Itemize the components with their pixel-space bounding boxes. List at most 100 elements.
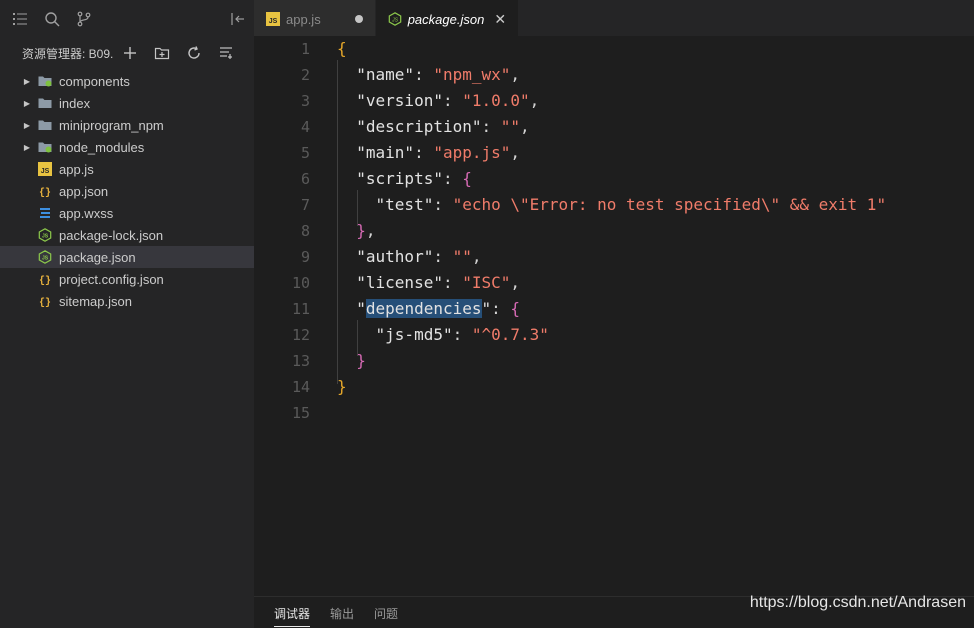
tab-package-json[interactable]: JS package.json ✕ [375, 0, 520, 38]
new-folder-icon[interactable] [154, 45, 170, 61]
code-line[interactable]: 11 "dependencies": { [254, 296, 974, 322]
activity-toolbar [0, 0, 254, 38]
code-text: "version": "1.0.0", [337, 88, 539, 114]
tab-problems[interactable]: 问题 [374, 597, 398, 628]
tree-item-label: project.config.json [59, 271, 164, 287]
tree-item-index[interactable]: ▶ index [0, 92, 254, 114]
code-line[interactable]: 4 "description": "", [254, 114, 974, 140]
code-token: "npm_wx" [433, 65, 511, 84]
code-token: : [452, 325, 472, 344]
code-token: : [414, 143, 434, 162]
tab-output[interactable]: 输出 [330, 597, 354, 628]
tree-item-node-modules[interactable]: ▶ node_modules [0, 136, 254, 158]
code-text: "author": "", [337, 244, 482, 270]
code-line[interactable]: 7 "test": "echo \"Error: no test specifi… [254, 192, 974, 218]
tree-item-package-json[interactable]: ▶JSpackage.json [0, 246, 254, 268]
tree-item-app-js[interactable]: ▶JSapp.js [0, 158, 254, 180]
line-number: 8 [300, 222, 310, 240]
new-file-icon[interactable] [122, 45, 138, 61]
line-number: 14 [291, 378, 310, 396]
code-line[interactable]: 15 [254, 400, 974, 426]
tree-item-package-lock-json[interactable]: ▶JSpackage-lock.json [0, 224, 254, 246]
code-line[interactable]: 2 "name": "npm_wx", [254, 62, 974, 88]
tab-label: package.json [407, 11, 485, 27]
npm-file-icon: JS [38, 250, 52, 264]
tab-debugger[interactable]: 调试器 [274, 597, 311, 628]
code-line[interactable]: 10 "license": "ISC", [254, 270, 974, 296]
code-token: "version" [356, 91, 443, 110]
code-token: } [356, 351, 366, 370]
code-line[interactable]: 14} [254, 374, 974, 400]
search-icon[interactable] [44, 11, 60, 27]
code-line[interactable]: 5 "main": "app.js", [254, 140, 974, 166]
code-line[interactable]: 1{ [254, 36, 974, 62]
code-text: "dependencies": { [337, 296, 520, 322]
svg-text:{}: {} [39, 297, 51, 308]
code-line[interactable]: 12 "js-md5": "^0.7.3" [254, 322, 974, 348]
code-token: "echo \"Error: no test specified\" && ex… [452, 195, 887, 214]
code-token: , [529, 91, 540, 110]
json-file-icon: {} [38, 272, 52, 286]
code-line[interactable]: 9 "author": "", [254, 244, 974, 270]
code-text: "main": "app.js", [337, 140, 520, 166]
editor-tabs: JS app.js JS package.json ✕ [254, 0, 974, 38]
code-token: : [481, 117, 501, 136]
js-file-icon: JS [266, 12, 280, 26]
code-token: { [510, 299, 521, 318]
tree-item-app-json[interactable]: ▶{}app.json [0, 180, 254, 202]
line-number: 6 [300, 170, 310, 188]
folder-icon [38, 96, 52, 110]
code-token: "js-md5" [375, 325, 453, 344]
svg-text:JS: JS [41, 168, 50, 175]
code-token: : [433, 247, 453, 266]
json-file-icon: {} [38, 294, 52, 308]
watermark: https://blog.csdn.net/Andrasen [749, 594, 966, 611]
tree-item-project-config-json[interactable]: ▶{}project.config.json [0, 268, 254, 290]
line-number: 5 [300, 144, 310, 162]
line-number: 15 [291, 404, 310, 422]
line-number: 1 [300, 40, 310, 58]
collapse-all-icon[interactable] [218, 45, 234, 61]
list-icon[interactable] [12, 11, 28, 27]
code-token: } [356, 221, 366, 240]
code-text: "license": "ISC", [337, 270, 520, 296]
tree-item-label: node_modules [59, 139, 145, 155]
close-icon[interactable]: ✕ [494, 11, 506, 28]
tree-item-sitemap-json[interactable]: ▶{}sitemap.json [0, 290, 254, 312]
chevron-right-icon[interactable]: ▶ [22, 120, 32, 130]
code-text: { [337, 36, 347, 62]
source-control-icon[interactable] [76, 11, 92, 27]
modified-dot-icon[interactable] [354, 15, 363, 23]
code-token: , [471, 247, 482, 266]
chevron-right-icon[interactable]: ▶ [22, 76, 32, 86]
code-token: "main" [356, 143, 415, 162]
code-token: , [510, 273, 521, 292]
tree-item-components[interactable]: ▶ components [0, 70, 254, 92]
tree-item-label: app.json [59, 183, 109, 199]
tree-item-app-wxss[interactable]: ▶app.wxss [0, 202, 254, 224]
line-number: 7 [300, 196, 310, 214]
collapse-sidebar-icon[interactable] [230, 11, 246, 27]
code-text: "description": "", [337, 114, 529, 140]
chevron-right-icon[interactable]: ▶ [22, 142, 32, 152]
code-line[interactable]: 3 "version": "1.0.0", [254, 88, 974, 114]
code-line[interactable]: 13 } [254, 348, 974, 374]
tab-app-js[interactable]: JS app.js [254, 0, 376, 38]
tree-item-miniprogram-npm[interactable]: ▶ miniprogram_npm [0, 114, 254, 136]
file-tree: ▶ components ▶ index ▶ miniprogram_npm ▶ node_m… [0, 70, 254, 312]
code-token: "" [452, 247, 472, 266]
code-line[interactable]: 6 "scripts": { [254, 166, 974, 192]
code-editor[interactable]: 1{2 "name": "npm_wx", 3 "version": "1.0.0… [254, 36, 974, 596]
code-token: "author" [356, 247, 434, 266]
code-line[interactable]: 8 }, [254, 218, 974, 244]
svg-text:JS: JS [269, 18, 278, 25]
svg-text:{}: {} [39, 187, 51, 198]
chevron-right-icon[interactable]: ▶ [22, 98, 32, 108]
refresh-icon[interactable] [186, 45, 202, 61]
